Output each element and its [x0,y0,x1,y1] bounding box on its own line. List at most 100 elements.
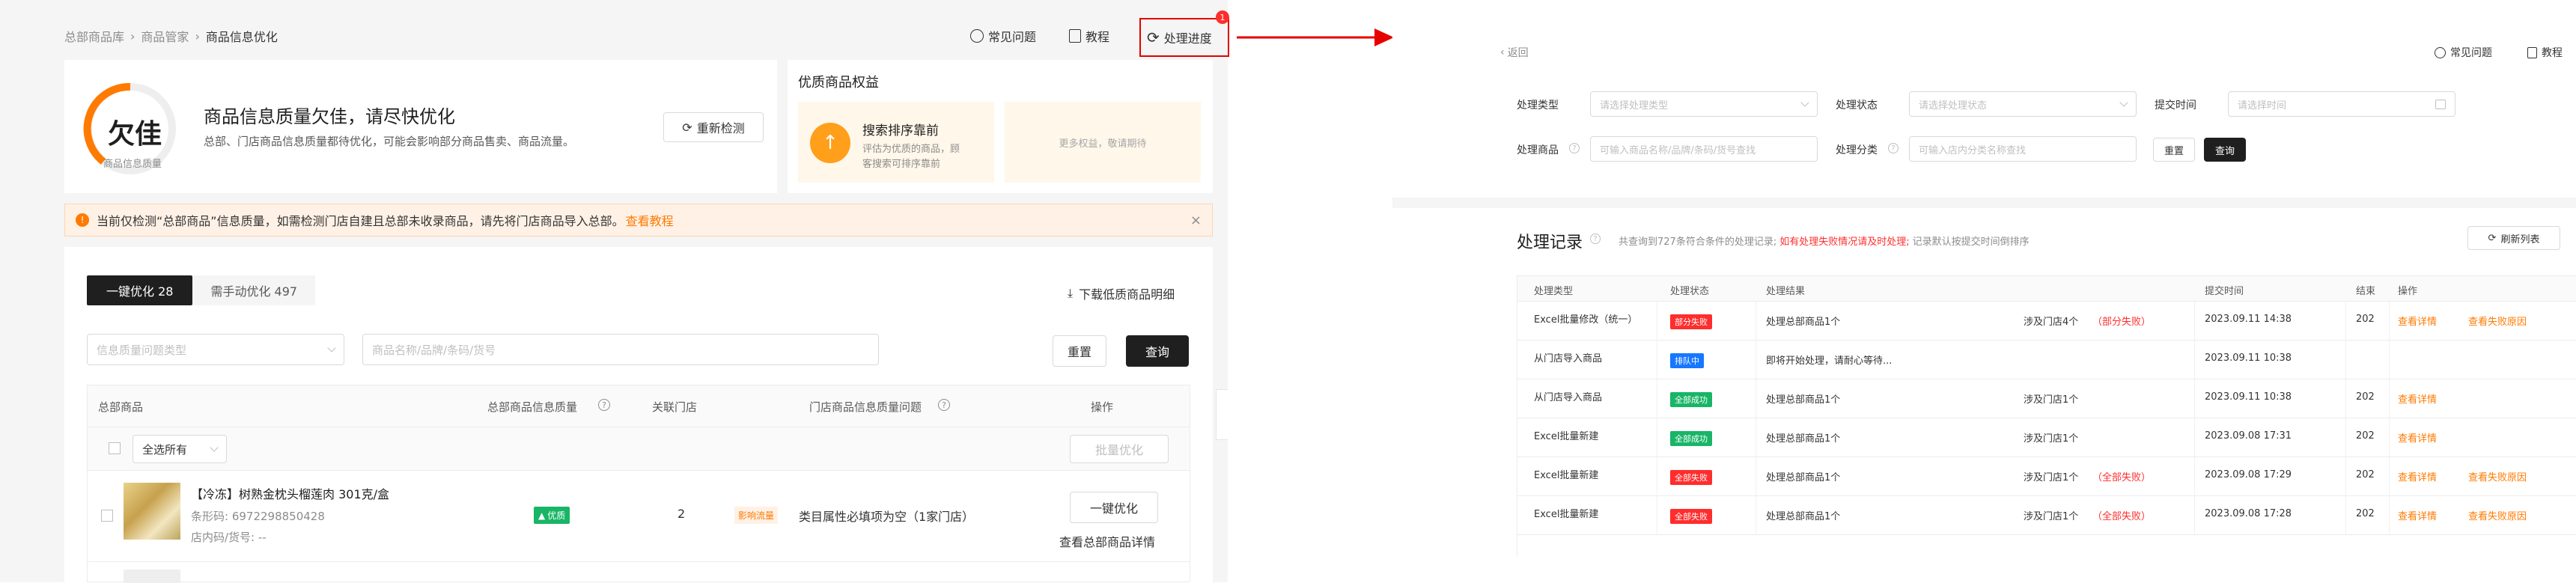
breadcrumb: 总部商品库 › 商品管家 › 商品信息优化 [64,27,278,45]
table-row: 【冷冻】树熟金枕头榴莲肉 301克/盒 条形码: 6972298850428 店… [88,471,1190,562]
view-fail-reason-link[interactable]: 查看失败原因 [2468,508,2527,522]
records-summary: 共查询到727条符合条件的处理记录; 如有处理失败情况请及时处理; 记录默认按提… [1619,233,2030,248]
close-icon[interactable]: × [1190,213,1202,228]
benefit-item: ↑ 搜索排序靠前 评估为优质的商品，顾 客搜索可排序靠前 [798,102,994,183]
tutorial-link[interactable]: 教程 [2527,45,2563,60]
view-detail-link[interactable]: 查看详情 [2398,430,2437,445]
type-select[interactable]: 请选择处理类型 [1590,91,1818,117]
view-fail-reason-link[interactable]: 查看失败原因 [2468,469,2527,483]
download-label: 下载低质商品明细 [1079,287,1175,302]
store-count: 2 [678,507,686,521]
tab-manual[interactable]: 需手动优化 497 [192,275,316,305]
chevron-down-icon [1800,98,1809,107]
record-end: 202 [2356,430,2375,442]
reset-button[interactable]: 重置 [2153,138,2195,162]
records-table: 处理类型 处理状态 处理结果 提交时间 结束 操作 Excel批量修改（统一） 部… [1517,275,2576,557]
info-icon: ! [76,213,89,227]
record-status-badge: 全部成功 [1670,392,1712,407]
col-time: 提交时间 [2205,286,2244,297]
record-end: 202 [2356,469,2375,480]
record-result: 处理总部商品1个 [1766,433,1841,445]
recheck-button[interactable]: ⟳ 重新检测 [663,112,764,142]
tab-one-click[interactable]: 一键优化 28 [87,275,193,305]
column-divider [2345,341,2346,379]
goods-search-input[interactable]: 商品名称/品牌/条码/货号 [362,334,879,365]
benefit-item-desc: 评估为优质的商品，顾 [862,144,960,155]
type-placeholder: 请选择处理类型 [1600,100,1669,112]
help-icon: ? [1590,233,1601,244]
goods-label: 处理商品 [1517,144,1559,156]
view-detail-link[interactable]: 查看总部商品详情 [1059,532,1155,550]
side-drawer-handle[interactable] [1216,389,1228,440]
tabs: 一键优化 28 需手动优化 497 [87,275,316,305]
record-stores: 涉及门店1个 [2024,472,2079,483]
record-fail-note: （全部失败） [2092,511,2152,522]
record-result: 处理总部商品1个 [1766,472,1841,483]
reset-button[interactable]: 重置 [1053,335,1106,367]
refresh-list-button[interactable]: ⟳ 刷新列表 [2467,226,2560,250]
notice-link[interactable]: 查看教程 [626,211,674,229]
view-detail-link[interactable]: 查看详情 [2398,391,2437,406]
record-time: 2023.09.08 17:31 [2205,430,2292,442]
record-result: 处理总部商品1个 [1766,317,1841,328]
query-button[interactable]: 查询 [2204,138,2246,162]
time-picker[interactable]: 请选择时间 [2228,91,2455,117]
column-divider [2194,379,2195,418]
tutorial-label: 教程 [2542,47,2563,59]
record-row: Excel批量新建 全部失败 处理总部商品1个 涉及门店1个 （全部失败） 2023.09… [1517,496,2576,535]
notice-text: 当前仅检测“总部商品”信息质量，如需检测门店自建且总部未收录商品，请先将门店商品… [97,214,624,228]
column-divider [2345,302,2346,341]
column-divider [2194,341,2195,379]
record-stores: 涉及门店1个 [2024,394,2079,406]
faq-link[interactable]: 常见问题 [2435,45,2492,60]
book-icon [1069,29,1081,43]
query-button[interactable]: 查询 [1126,335,1189,367]
faq-link[interactable]: 常见问题 [970,27,1036,45]
chevron-right-icon: › [130,28,136,43]
back-link[interactable]: ‹ 返回 [1500,45,1529,60]
record-type: Excel批量新建 [1534,470,1599,481]
select-all-checkbox[interactable] [109,442,121,454]
product-name[interactable]: 【冷冻】树熟金枕头榴莲肉 301克/盒 [191,484,389,502]
progress-link[interactable]: ⟳ 处理进度 1 [1139,10,1229,57]
issue-type-select[interactable]: 信息质量问题类型 [87,334,344,365]
column-divider [2389,457,2390,496]
column-divider [2194,302,2195,341]
tutorial-label: 教程 [1085,30,1110,44]
record-status-badge: 排队中 [1670,353,1704,368]
view-fail-reason-link[interactable]: 查看失败原因 [2468,314,2527,328]
category-label: 处理分类 [1836,144,1878,156]
view-detail-link[interactable]: 查看详情 [2398,469,2437,483]
batch-optimize-button[interactable]: 批量优化 [1070,435,1169,463]
help-icon: ? [1569,143,1580,153]
col-actions: 操作 [2398,286,2418,297]
breadcrumb-item[interactable]: 商品管家 [141,27,189,45]
breadcrumb-item[interactable]: 总部商品库 [64,27,124,45]
issue-text: 类目属性必填项为空（1家门店） [799,510,975,524]
chat-icon [970,29,984,43]
col-result: 处理结果 [1766,286,1806,297]
thumbs-up-icon: ▲ [538,510,546,521]
view-detail-link[interactable]: 查看详情 [2398,314,2437,328]
summary-suffix: 记录默认按提交时间倒排序 [1912,236,2030,248]
select-all-dropdown[interactable]: 全选所有 [133,435,227,463]
chevron-down-icon [210,443,219,452]
goods-input[interactable]: 可输入商品名称/品牌/条码/货号查找 [1590,136,1818,162]
status-label: 处理状态 [1836,100,1878,112]
status-select[interactable]: 请选择处理状态 [1909,91,2137,117]
benefits-title: 优质商品权益 [798,75,879,91]
download-link[interactable]: ⤓ 下载低质商品明细 [1068,284,1175,302]
category-input[interactable]: 可输入店内分类名称查找 [1909,136,2137,162]
quality-desc: 总部、门店商品信息质量都待优化，可能会影响部分商品售卖、商品流量。 [204,135,575,148]
column-divider [2194,457,2195,496]
col-end: 结束 [2356,286,2376,297]
chat-icon [2435,46,2446,58]
one-click-optimize-button[interactable]: 一键优化 [1070,492,1158,523]
benefit-item-title: 搜索排序靠前 [862,123,939,138]
tutorial-link[interactable]: 教程 [1069,27,1109,45]
view-detail-link[interactable]: 查看详情 [2398,508,2437,522]
column-divider [2345,496,2346,535]
summary-prefix: 共查询到727条符合条件的处理记录; [1619,236,1777,248]
column-divider [2389,418,2390,457]
row-checkbox[interactable] [101,510,113,522]
